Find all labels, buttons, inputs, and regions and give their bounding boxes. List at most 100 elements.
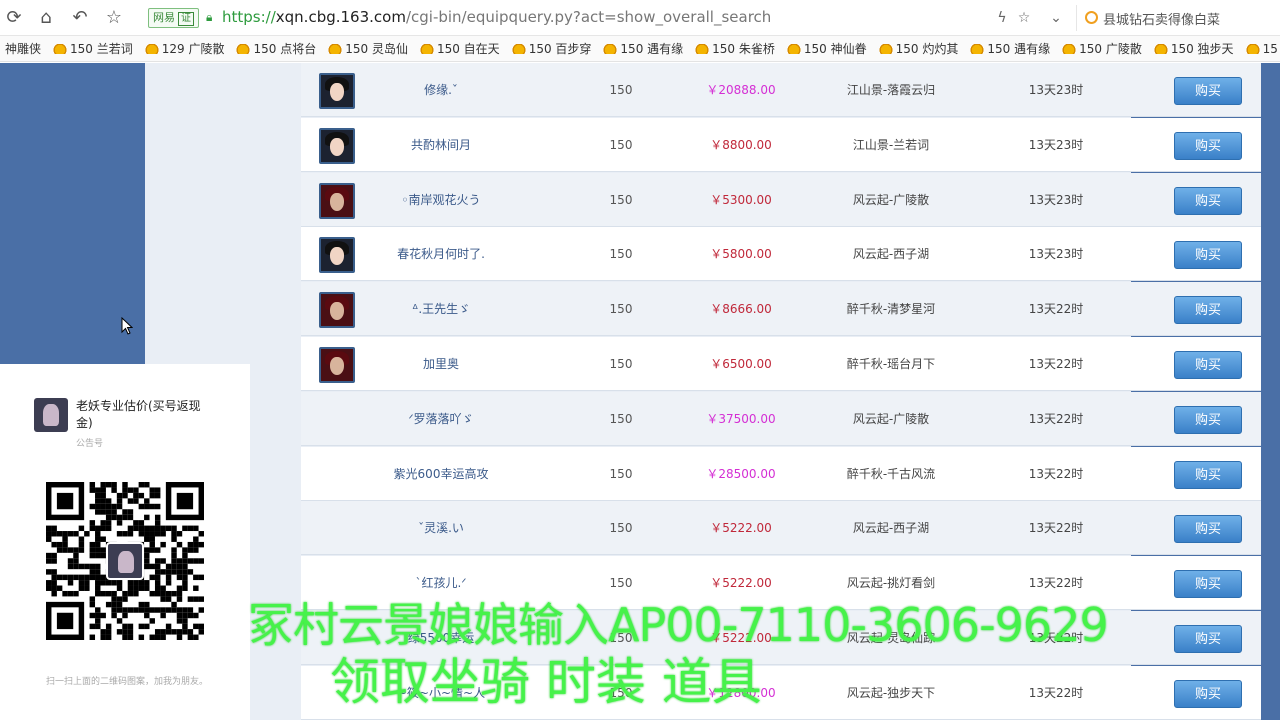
- undo-icon[interactable]: ↶: [68, 6, 92, 30]
- bookmark-icon: [970, 44, 985, 54]
- buy-button[interactable]: 购买: [1174, 679, 1242, 708]
- bookmark-item[interactable]: 150 自在天: [415, 36, 507, 61]
- chevron-down-icon[interactable]: ⌄: [1046, 8, 1066, 28]
- bookmark-item[interactable]: 150 点将台: [231, 36, 323, 61]
- character-avatar[interactable]: [319, 73, 355, 109]
- buy-button[interactable]: 购买: [1174, 625, 1242, 653]
- buy-button[interactable]: 购买: [1174, 241, 1242, 270]
- character-avatar[interactable]: [319, 127, 355, 164]
- bookmark-star-icon[interactable]: ☆: [1014, 8, 1034, 28]
- listing-price: ￥8666.00: [710, 302, 772, 317]
- buy-button[interactable]: 购买: [1174, 405, 1242, 434]
- table-row: ᐞ.王先生ゞ 150 ￥8666.00 醉千秋-清梦星河 13天22时 购买: [301, 282, 1261, 337]
- server-name: 风云起-广陵散: [852, 411, 930, 426]
- ad-avatar: [34, 398, 68, 432]
- buy-button[interactable]: 购买: [1174, 460, 1242, 489]
- ad-title: 老妖专业估价(买号返现金): [76, 399, 201, 430]
- ad-overlay: 老妖专业估价(买号返现金) 公告号 扫一扫上面的二维码图案，加我为朋友。: [0, 364, 250, 720]
- bookmark-item[interactable]: 150 百步穿: [507, 36, 599, 61]
- security-badge-label: 网易: [153, 11, 175, 24]
- time-remaining: 13天22时: [1028, 685, 1084, 700]
- bookmark-icon: [603, 44, 618, 54]
- bookmark-icon: [695, 44, 710, 54]
- bookmark-label: 150 点将台: [253, 42, 317, 56]
- time-remaining: 13天23时: [1028, 137, 1084, 152]
- server-name: 风云起-西子湖: [852, 247, 930, 262]
- character-level: 150: [609, 83, 633, 97]
- reload-icon[interactable]: ⟳: [2, 6, 26, 30]
- bookmark-item[interactable]: 150 兰若词: [48, 36, 140, 61]
- character-name[interactable]: 紫光600幸运高攻: [361, 447, 521, 501]
- character-avatar[interactable]: [319, 292, 355, 329]
- time-remaining: 13天23时: [1028, 247, 1084, 262]
- buy-button[interactable]: 购买: [1174, 570, 1242, 599]
- character-avatar[interactable]: [319, 182, 355, 219]
- character-name[interactable]: 加里奥: [361, 337, 521, 391]
- character-level: 150: [609, 411, 633, 426]
- character-avatar[interactable]: [319, 237, 355, 274]
- character-level: 150: [609, 521, 633, 536]
- character-level: 150: [609, 247, 633, 262]
- bookmark-item[interactable]: 150 灵岛仙: [323, 36, 415, 61]
- bookmark-item[interactable]: 150 遇有缘: [965, 36, 1057, 61]
- bookmark-item[interactable]: 15: [1241, 36, 1280, 61]
- table-row: 春花秋月何时了. 150 ￥5800.00 风云起-西子湖 13天23时 购买: [301, 227, 1261, 282]
- character-name[interactable]: ˇ灵溪.い: [361, 501, 521, 555]
- bookmark-item[interactable]: 150 灼灼其: [874, 36, 966, 61]
- table-row: ◦南岸观花火う 150 ￥5300.00 风云起-广陵散 13天23时 购买: [301, 172, 1261, 227]
- url-input[interactable]: https://xqn.cbg.163.com/cgi-bin/equipque…: [222, 7, 771, 27]
- lightning-icon[interactable]: ϟ: [992, 8, 1012, 28]
- buy-button[interactable]: 购买: [1174, 186, 1242, 215]
- server-name: 风云起-西子湖: [852, 521, 930, 536]
- screen: ⟳ ⌂ ↶ ☆ 网易证 🔒︎ https://xqn.cbg.163.com/c…: [0, 0, 1280, 720]
- bookmark-icon: [511, 44, 526, 54]
- buy-button[interactable]: 购买: [1174, 131, 1242, 160]
- search-text: 县城钻石卖得像白菜: [1103, 13, 1221, 28]
- security-badge-tag: 证: [178, 12, 194, 26]
- bookmark-label: 150 神仙眷: [803, 42, 867, 56]
- character-name[interactable]: 修缘.ˇ: [361, 63, 521, 117]
- character-name[interactable]: ᐞ.王先生ゞ: [361, 282, 521, 336]
- server-name: 风云起-独步天下: [846, 685, 936, 700]
- bookmark-item[interactable]: 129 广陵散: [140, 36, 232, 61]
- bookmark-label: 150 灵岛仙: [345, 42, 408, 56]
- listing-price: ￥8800.00: [710, 137, 772, 152]
- bookmark-item[interactable]: 150 神仙眷: [782, 36, 874, 61]
- bookmark-icon: [1245, 44, 1260, 54]
- time-remaining: 13天22时: [1028, 357, 1084, 371]
- address-bar: ⟳ ⌂ ↶ ☆ 网易证 🔒︎ https://xqn.cbg.163.com/c…: [0, 0, 1280, 36]
- home-icon[interactable]: ⌂: [34, 6, 58, 30]
- security-badge[interactable]: 网易证: [148, 8, 199, 28]
- table-row: 加里奥 150 ￥6500.00 醉千秋-瑶台月下 13天22时 购买: [301, 337, 1261, 391]
- character-name[interactable]: 共酌林间月: [361, 118, 521, 172]
- bookmark-label: 150 遇有缘: [620, 42, 684, 56]
- url-host: xqn.cbg.163.com: [275, 8, 406, 26]
- character-name[interactable]: ◦南岸观花火う: [361, 173, 521, 227]
- promo-overlay-line1: 冢村云景娘娘输入AP00-7110-3606-9629: [248, 598, 1109, 652]
- bookmark-item[interactable]: 150 朱雀桥: [690, 36, 782, 61]
- buy-button[interactable]: 购买: [1174, 351, 1242, 379]
- bookmark-item[interactable]: 150 广陵散: [1057, 36, 1149, 61]
- table-row: 修缘.ˇ 150 ￥20888.00 江山景-落霞云归 13天23时 购买: [301, 63, 1261, 117]
- table-row: 共酌林间月 150 ￥8800.00 江山景-兰若词 13天23时 购买: [301, 117, 1261, 172]
- bookmark-label: 150 广陵散: [1079, 42, 1142, 56]
- character-avatar[interactable]: [319, 347, 355, 383]
- bookmark-item[interactable]: 150 遇有缘: [598, 36, 690, 61]
- server-name: 醉千秋-千古风流: [846, 466, 936, 481]
- url-path: /cgi-bin/equipquery.py?act=show_overall_…: [405, 8, 772, 26]
- bookmark-item[interactable]: 150 独步天: [1149, 36, 1241, 61]
- table-row: ˇ灵溪.い 150 ￥5222.00 风云起-西子湖 13天22时 购买: [301, 501, 1261, 556]
- listing-price: ￥6500.00: [710, 357, 772, 371]
- search-input[interactable]: 县城钻石卖得像白菜: [1076, 5, 1276, 31]
- character-name[interactable]: ᐟ罗落落吖ゞ: [361, 392, 521, 446]
- buy-button[interactable]: 购买: [1174, 515, 1242, 544]
- bookmark-item[interactable]: 神雕侠: [0, 36, 48, 61]
- character-level: 150: [609, 192, 633, 207]
- star-icon[interactable]: ☆: [102, 6, 126, 30]
- bookmark-label: 150 独步天: [1170, 42, 1234, 56]
- promo-overlay-line2: 领取坐骑 时装 道具: [330, 653, 762, 711]
- bookmark-icon: [144, 44, 159, 54]
- character-name[interactable]: 春花秋月何时了.: [361, 227, 521, 281]
- buy-button[interactable]: 购买: [1174, 296, 1242, 325]
- buy-button[interactable]: 购买: [1174, 77, 1242, 105]
